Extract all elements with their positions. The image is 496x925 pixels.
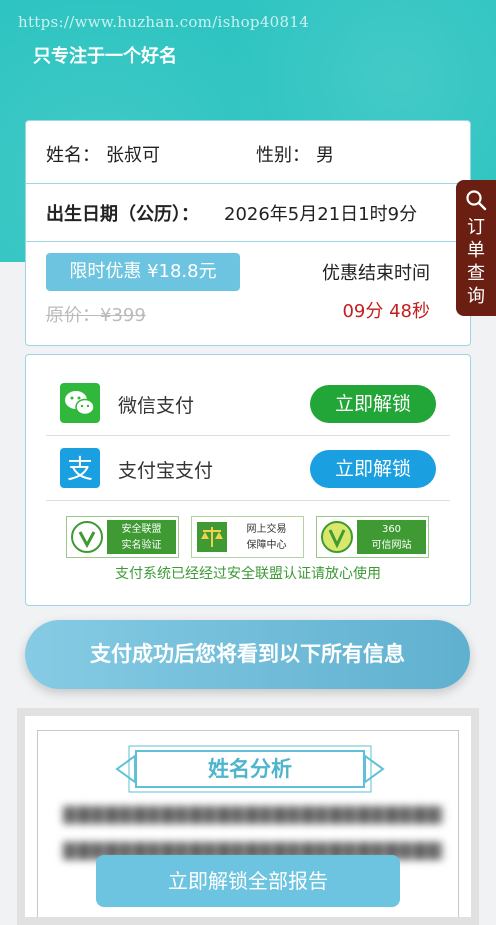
v-icon	[321, 521, 353, 553]
trust-badge-360: 360 可信网站	[316, 516, 429, 558]
wechat-pay-label: 微信支付	[118, 395, 195, 417]
gender-label: 性别：	[256, 145, 310, 166]
tagline: 只专注于一个好名	[33, 46, 177, 67]
name-label: 姓名：	[46, 145, 100, 166]
section-title: 姓名分析	[135, 750, 365, 788]
alipay-label: 支付宝支付	[118, 460, 214, 482]
search-icon	[466, 190, 487, 211]
order-query-label: 订 单 查 询	[467, 217, 485, 307]
birth-label: 出生日期（公历）：	[46, 204, 199, 225]
name-gender-row: 姓名： 张叔可 性别： 男	[26, 121, 470, 184]
alipay-unlock-button[interactable]: 立即解锁	[310, 450, 436, 488]
gender-value: 男	[316, 145, 334, 166]
trust-badge-text: 360 可信网站	[357, 520, 426, 554]
name-value: 张叔可	[106, 145, 160, 166]
wechat-unlock-button[interactable]: 立即解锁	[310, 385, 436, 423]
alipay-icon: 支	[60, 448, 100, 488]
v-check-icon	[71, 521, 103, 553]
birth-value: 2026年5月21日1时9分	[224, 204, 418, 225]
scales-icon	[197, 522, 227, 552]
trust-badges: 安全联盟 实名验证 网上交易 保障中心 360 可信网站	[66, 516, 436, 560]
watermark-url: https://www.huzhan.com/ishop40814	[18, 13, 310, 31]
trust-badge-text: 安全联盟 实名验证	[107, 520, 176, 554]
alipay-row[interactable]: 支 支付宝支付 立即解锁	[46, 436, 450, 501]
order-query-tab[interactable]: 订 单 查 询	[456, 180, 496, 316]
trust-badge-text: 网上交易 保障中心	[232, 520, 301, 554]
trust-badge-guarantee: 网上交易 保障中心	[191, 516, 304, 558]
birth-date-row: 出生日期（公历）： 2026年5月21日1时9分	[26, 183, 470, 242]
svg-text:支: 支	[67, 455, 93, 485]
wechat-pay-row[interactable]: 微信支付 立即解锁	[46, 371, 450, 436]
original-price: 原价：¥399	[46, 305, 146, 326]
promo-price-badge: 限时优惠 ¥18.8元	[46, 253, 240, 291]
after-payment-banner: 支付成功后您将看到以下所有信息	[25, 620, 470, 689]
order-info-card: 姓名： 张叔可 性别： 男 出生日期（公历）： 2026年5月21日1时9分 限…	[25, 120, 471, 346]
payment-card: 微信支付 立即解锁 支 支付宝支付 立即解锁 安全联盟 实名验证 网上交易 保障…	[25, 354, 471, 606]
countdown-timer: 09分 48秒	[342, 301, 430, 322]
promo-end-label: 优惠结束时间	[322, 263, 430, 284]
section-title-ornament: 姓名分析	[115, 742, 385, 796]
wechat-icon	[60, 383, 100, 423]
security-note: 支付系统已经经过安全联盟认证请放心使用	[115, 566, 381, 582]
unlock-full-report-button[interactable]: 立即解锁全部报告	[96, 855, 400, 907]
trust-badge-safety: 安全联盟 实名验证	[66, 516, 179, 558]
